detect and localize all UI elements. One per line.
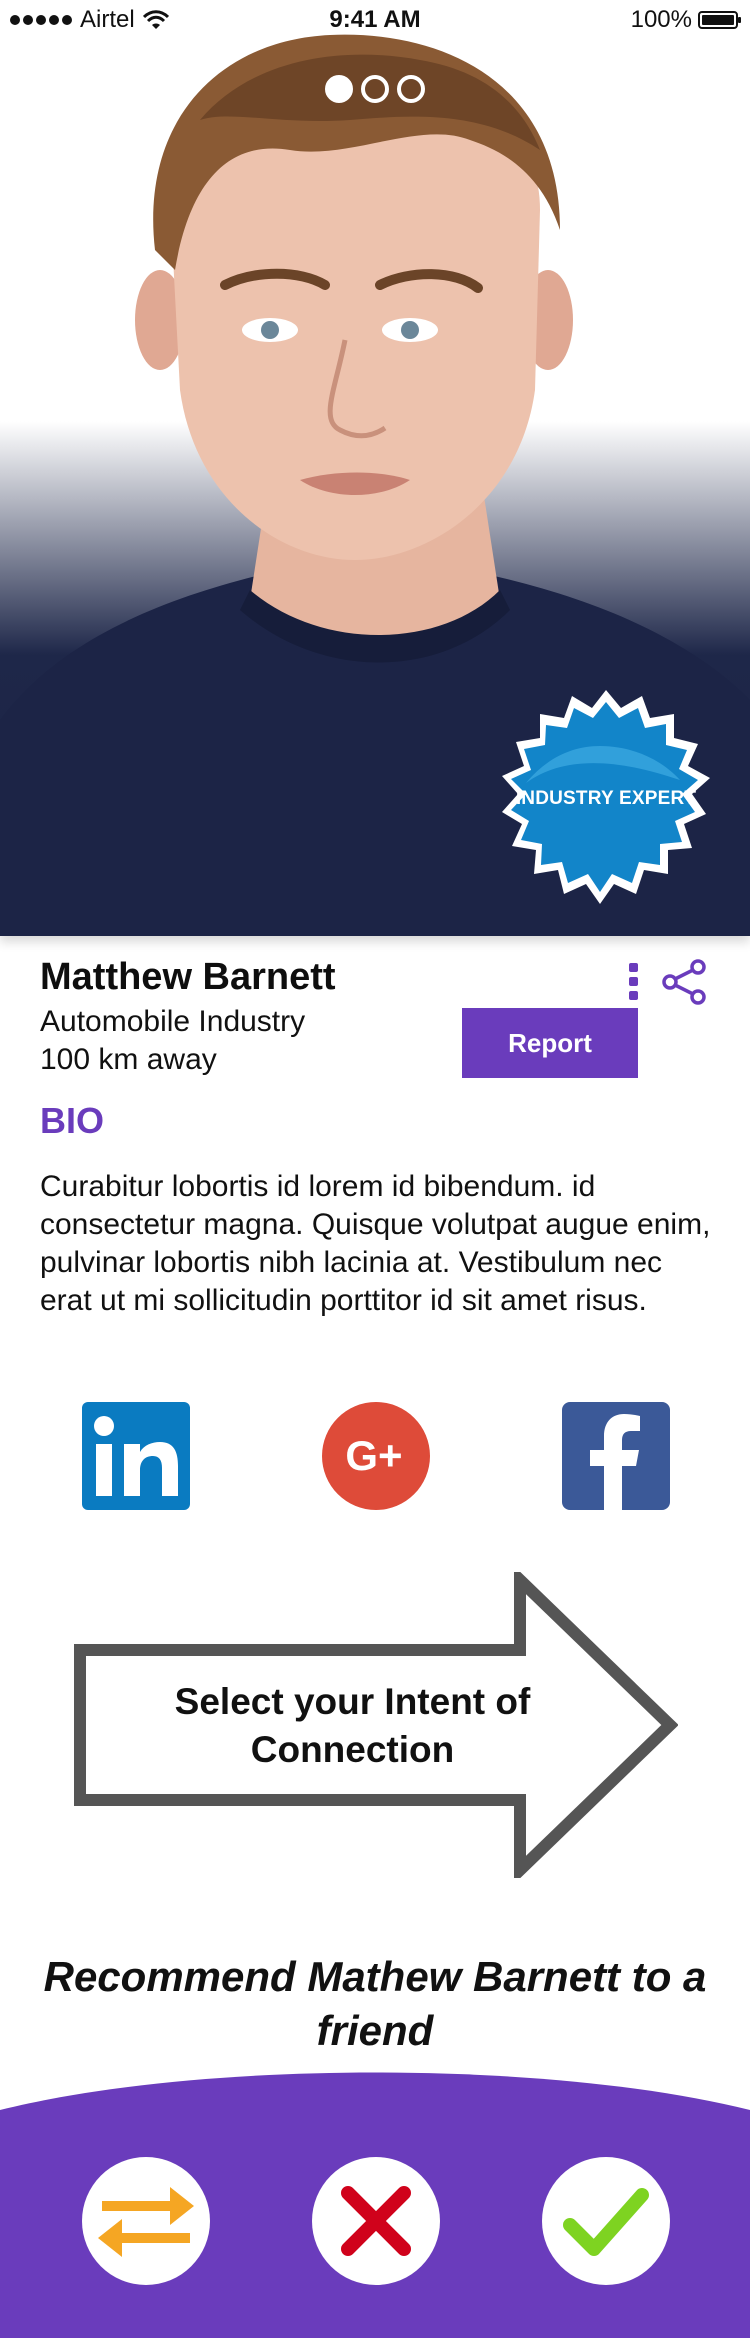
swap-icon <box>98 2187 194 2257</box>
profile-photo[interactable]: INDUSTRY EXPERT <box>0 0 750 936</box>
status-bar: Airtel 9:41 AM 100% <box>0 0 750 40</box>
carousel-dot-2[interactable] <box>361 75 389 103</box>
carousel-dot-3[interactable] <box>397 75 425 103</box>
profile-name: Matthew Barnett <box>40 956 336 998</box>
swap-button[interactable] <box>82 2157 210 2285</box>
profile-page: INDUSTRY EXPERT Airtel 9:41 AM 100% Matt… <box>0 0 750 2338</box>
bio-heading: BIO <box>40 1100 105 1141</box>
carousel-dot-1[interactable] <box>325 75 353 103</box>
facebook-icon <box>590 1414 640 1510</box>
battery-percent: 100% <box>630 6 692 33</box>
profile-industry: Automobile Industry <box>40 1005 306 1038</box>
badge-label: INDUSTRY EXPERT <box>515 788 697 809</box>
industry-expert-badge: INDUSTRY EXPERT <box>490 688 722 920</box>
check-icon <box>563 2188 649 2256</box>
status-right: 100% <box>630 6 741 34</box>
accept-button[interactable] <box>542 2157 670 2285</box>
carousel-dots[interactable] <box>0 75 750 103</box>
reject-button[interactable] <box>312 2157 440 2285</box>
intent-label[interactable]: Select your Intent of Connection <box>100 1678 605 1774</box>
battery-icon <box>698 11 741 29</box>
google-plus-button[interactable]: G+ <box>322 1402 430 1510</box>
linkedin-icon <box>94 1416 178 1496</box>
recommend-link[interactable]: Recommend Mathew Barnett to a friend <box>20 1950 730 2058</box>
gplus-glyph: G+ <box>345 1432 402 1479</box>
share-icon[interactable] <box>660 958 708 1006</box>
profile-distance: 100 km away <box>40 1043 217 1076</box>
facebook-button[interactable] <box>562 1402 670 1510</box>
report-button[interactable]: Report <box>462 1008 638 1078</box>
bio-text: Curabitur lobortis id lorem id bibendum.… <box>40 1170 711 1317</box>
google-plus-icon: G+ <box>345 1432 402 1479</box>
linkedin-button[interactable] <box>82 1402 190 1510</box>
more-icon[interactable] <box>625 963 641 1005</box>
close-icon <box>341 2186 411 2256</box>
